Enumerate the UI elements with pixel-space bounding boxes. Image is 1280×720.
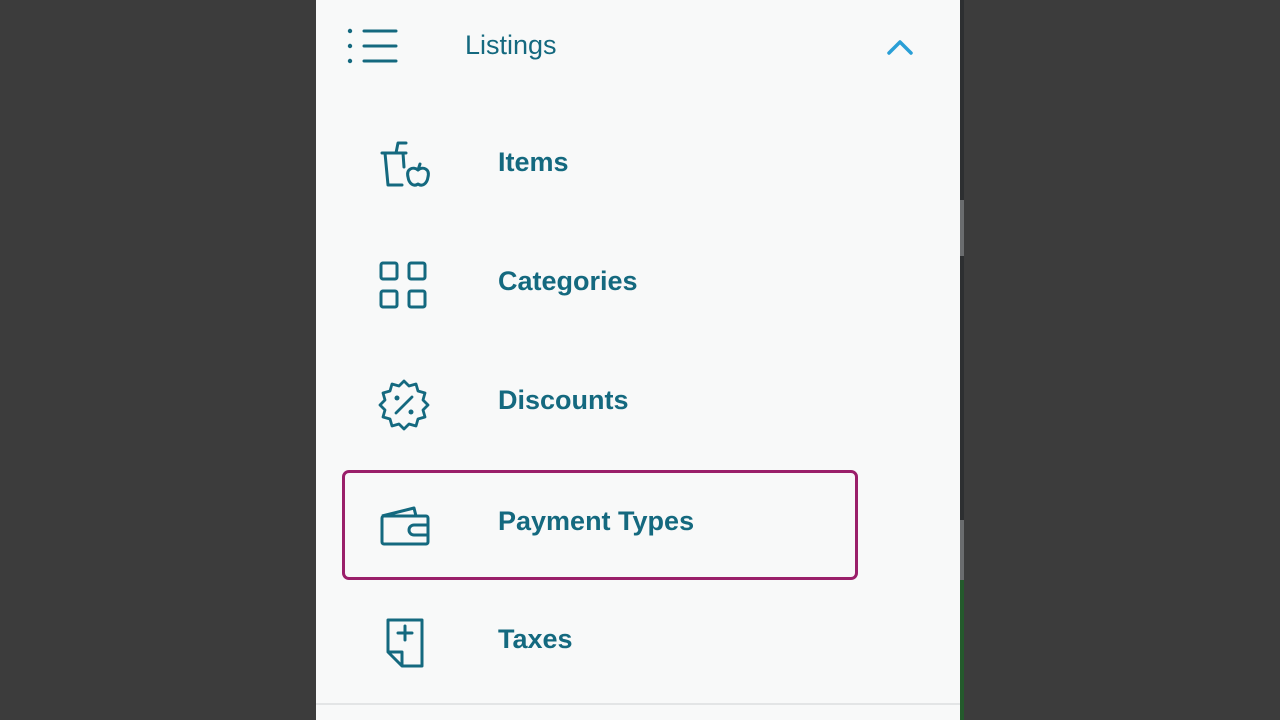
tax-document-icon [376, 616, 432, 672]
menu-item-label: Payment Types [498, 506, 695, 536]
list-icon [344, 26, 400, 66]
chevron-up-icon[interactable] [884, 34, 916, 60]
menu-item-discounts[interactable]: Discounts [342, 349, 858, 459]
menu-item-label: Items [498, 147, 569, 177]
divider [316, 703, 960, 705]
wallet-icon [376, 498, 432, 554]
menu-item-label: Categories [498, 266, 638, 296]
background-window-accent [960, 200, 964, 256]
menu-item-payment-types[interactable]: Payment Types [342, 470, 858, 580]
listings-section-header[interactable]: Listings [316, 0, 960, 94]
drink-apple-icon [376, 139, 432, 195]
menu-item-label: Taxes [498, 624, 573, 654]
discount-badge-icon [376, 377, 432, 433]
grid-icon [376, 258, 432, 314]
background-window-accent [960, 580, 964, 720]
listings-title: Listings [465, 30, 557, 60]
menu-item-categories[interactable]: Categories [342, 230, 858, 340]
menu-item-items[interactable]: Items [342, 111, 858, 221]
background-window-accent [960, 520, 964, 580]
navigation-drawer: Listings Items Categories Discounts Paym… [316, 0, 960, 720]
menu-item-taxes[interactable]: Taxes [342, 588, 858, 698]
menu-item-label: Discounts [498, 385, 629, 415]
